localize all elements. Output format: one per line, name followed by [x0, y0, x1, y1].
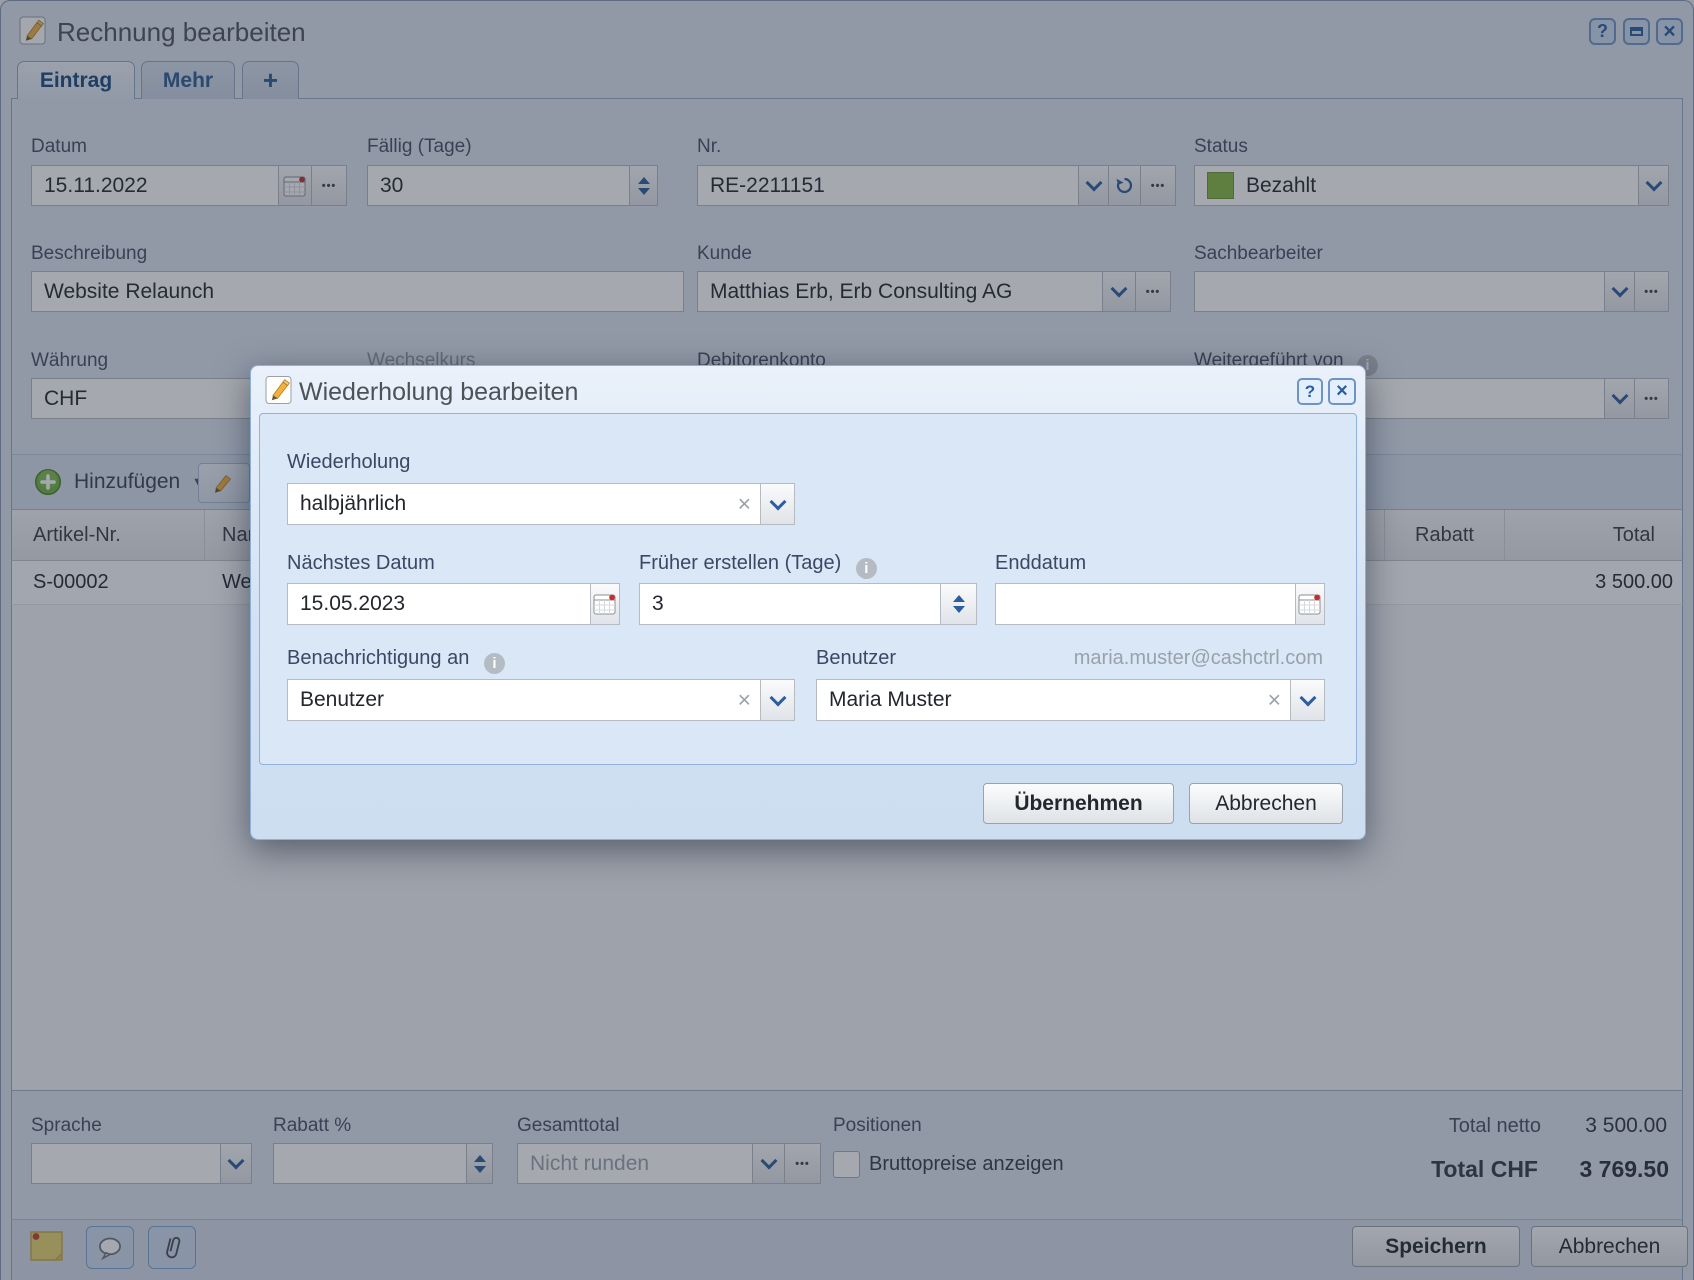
enddatum-label: Enddatum: [995, 552, 1086, 575]
calendar-icon: [593, 593, 617, 615]
clear-icon[interactable]: ×: [738, 689, 751, 712]
benutzer-dropdown-trigger[interactable]: [1291, 679, 1325, 721]
info-icon: i: [856, 558, 877, 579]
benachrichtigung-input[interactable]: Benutzer ×: [287, 679, 761, 721]
naechstes-datum-input[interactable]: 15.05.2023: [287, 583, 591, 625]
enddatum-field: [995, 583, 1325, 625]
clear-icon[interactable]: ×: [738, 493, 751, 516]
clear-icon[interactable]: ×: [1268, 689, 1281, 712]
naechstes-datum-field: 15.05.2023: [287, 583, 620, 625]
naechstes-datum-label: Nächstes Datum: [287, 552, 435, 575]
calendar-icon: [1298, 593, 1322, 615]
chevron-down-icon: [769, 689, 786, 706]
frueher-label: Früher erstellen (Tage) i: [639, 552, 877, 579]
spin-up-icon: [953, 595, 965, 602]
info-icon: i: [484, 653, 505, 674]
wiederholung-field: halbjährlich ×: [287, 483, 795, 525]
spin-down-icon: [953, 606, 965, 613]
dialog-cancel-button[interactable]: Abbrechen: [1189, 783, 1343, 824]
dialog-title: Wiederholung bearbeiten: [299, 378, 578, 407]
frueher-field: 3: [639, 583, 977, 625]
frueher-input[interactable]: 3: [639, 583, 941, 625]
wiederholung-label: Wiederholung: [287, 451, 410, 474]
wiederholung-input[interactable]: halbjährlich ×: [287, 483, 761, 525]
naechstes-datum-calendar-button[interactable]: [591, 583, 620, 625]
enddatum-calendar-button[interactable]: [1296, 583, 1325, 625]
benachrichtigung-dropdown-trigger[interactable]: [761, 679, 795, 721]
benutzer-email-hint: maria.muster@cashctrl.com: [1074, 647, 1323, 670]
benutzer-label: Benutzer: [816, 647, 896, 670]
benutzer-field: Maria Muster ×: [816, 679, 1325, 721]
dialog-close-button[interactable]: ×: [1328, 378, 1356, 405]
edit-note-icon: [265, 375, 292, 405]
screen: Rechnung bearbeiten ? × Eintrag Mehr + D…: [0, 0, 1694, 1280]
enddatum-input[interactable]: [995, 583, 1296, 625]
apply-button[interactable]: Übernehmen: [983, 783, 1174, 824]
chevron-down-icon: [1299, 689, 1316, 706]
benachrichtigung-field: Benutzer ×: [287, 679, 795, 721]
wiederholung-dropdown-trigger[interactable]: [761, 483, 795, 525]
chevron-down-icon: [769, 493, 786, 510]
benutzer-input[interactable]: Maria Muster ×: [816, 679, 1291, 721]
frueher-spinner[interactable]: [941, 583, 977, 625]
dialog-help-button[interactable]: ?: [1297, 378, 1323, 405]
benachrichtigung-label: Benachrichtigung an i: [287, 647, 505, 674]
recurrence-dialog: Wiederholung bearbeiten ? × Wiederholung…: [250, 365, 1366, 840]
